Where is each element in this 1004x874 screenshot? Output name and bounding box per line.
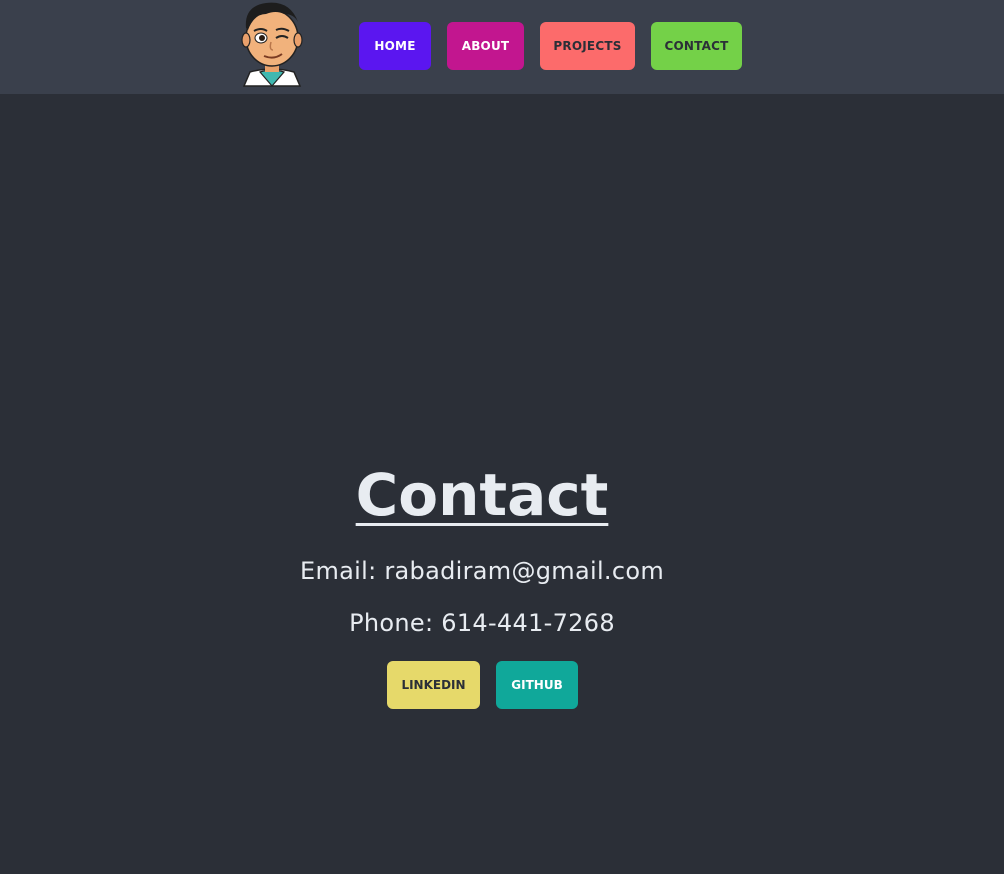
- linkedin-button[interactable]: LINKEDIN: [387, 661, 480, 709]
- phone-text: Phone: 614-441-7268: [349, 609, 615, 637]
- github-button[interactable]: GITHUB: [496, 661, 578, 709]
- home-button[interactable]: HOME: [359, 22, 431, 70]
- contact-button[interactable]: CONTACT: [651, 22, 742, 70]
- email-text: Email: rabadiram@gmail.com: [299, 557, 664, 585]
- avatar-icon[interactable]: [236, 0, 308, 88]
- about-button[interactable]: ABOUT: [447, 22, 524, 70]
- projects-button[interactable]: PROJECTS: [540, 22, 635, 70]
- navbar: HOME ABOUT PROJECTS CONTACT: [0, 0, 1004, 94]
- page-title: Contact: [355, 461, 609, 529]
